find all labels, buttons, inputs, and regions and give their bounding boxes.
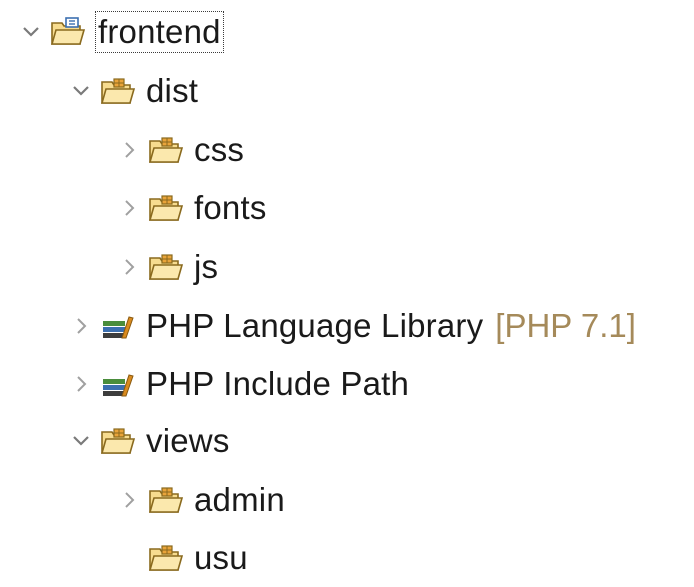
tree-item-dist[interactable]: dist <box>68 62 198 120</box>
tree-item-label: usu <box>194 539 248 576</box>
package-folder-icon <box>148 133 184 167</box>
tree-item-label: js <box>194 248 219 285</box>
project-explorer-tree: frontend dist css fonts js PHP Language … <box>0 0 694 576</box>
chevron-right-icon[interactable] <box>68 297 94 355</box>
chevron-right-icon[interactable] <box>68 355 94 413</box>
tree-item-usu[interactable]: usu <box>116 529 248 587</box>
chevron-down-icon[interactable] <box>68 62 94 120</box>
chevron-right-icon[interactable] <box>116 471 142 529</box>
chevron-down-icon[interactable] <box>68 412 94 470</box>
chevron-down-icon[interactable] <box>18 3 44 61</box>
chevron-right-icon[interactable] <box>116 121 142 179</box>
tree-item-label: css <box>194 131 245 168</box>
tree-item-label: admin <box>194 481 285 518</box>
tree-item-views[interactable]: views <box>68 412 230 470</box>
tree-item-fonts[interactable]: fonts <box>116 179 267 237</box>
library-icon <box>100 367 136 401</box>
chevron-right-icon[interactable] <box>116 238 142 296</box>
tree-item-label: views <box>146 422 230 459</box>
package-folder-icon <box>100 424 136 458</box>
tree-item-label: PHP Include Path <box>146 365 410 402</box>
package-folder-icon <box>148 541 184 575</box>
tree-item-admin[interactable]: admin <box>116 471 285 529</box>
library-icon <box>100 309 136 343</box>
package-folder-icon <box>148 483 184 517</box>
chevron-right-icon[interactable] <box>116 179 142 237</box>
tree-item-php-language-library[interactable]: PHP Language Library [PHP 7.1] <box>68 297 636 355</box>
tree-item-label: frontend <box>95 11 224 53</box>
package-folder-icon <box>100 74 136 108</box>
tree-item-frontend[interactable]: frontend <box>18 3 224 61</box>
php-version-decoration: [PHP 7.1] <box>495 307 636 344</box>
tree-item-label: dist <box>146 72 199 109</box>
tree-item-js[interactable]: js <box>116 238 218 296</box>
package-folder-icon <box>148 250 184 284</box>
tree-item-css[interactable]: css <box>116 121 244 179</box>
tree-item-php-include-path[interactable]: PHP Include Path <box>68 355 409 413</box>
project-folder-icon <box>50 15 86 49</box>
tree-item-label: PHP Language Library <box>146 307 484 344</box>
package-folder-icon <box>148 191 184 225</box>
tree-item-label: fonts <box>194 189 267 226</box>
